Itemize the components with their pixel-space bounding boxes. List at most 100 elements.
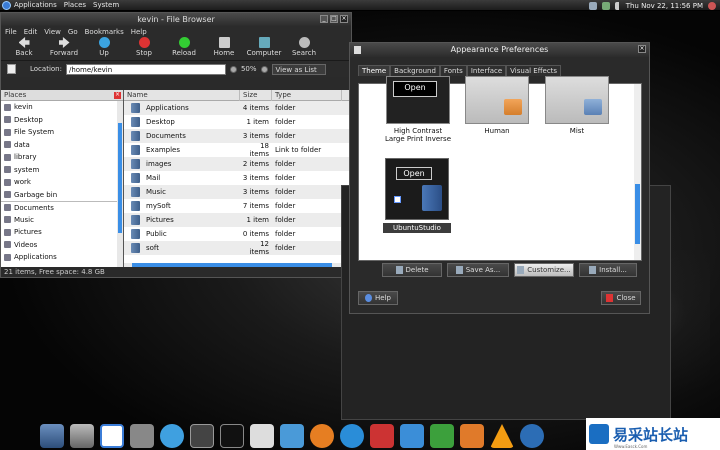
table-row[interactable]: Applications 4 items folder — [124, 101, 351, 115]
player-dock-icon[interactable] — [160, 424, 184, 448]
sidebar-item-pictures[interactable]: Pictures — [1, 226, 123, 239]
appearance-titlebar[interactable]: Appearance Preferences × — [350, 43, 649, 57]
column-type[interactable]: Type — [272, 89, 342, 101]
location-input[interactable]: /home/kevin — [65, 63, 226, 75]
volume-icon[interactable] — [614, 1, 621, 10]
view-mode-select[interactable]: View as List — [271, 63, 326, 75]
table-row[interactable]: Mail 3 items folder — [124, 171, 351, 185]
home-button[interactable]: Home — [204, 37, 244, 57]
close-button[interactable]: × — [340, 15, 348, 23]
sidebar-item-desktop[interactable]: Desktop — [1, 114, 123, 127]
clock[interactable]: Thu Nov 22, 11:56 PM — [626, 2, 703, 10]
files-dock-icon[interactable] — [40, 424, 64, 448]
scrollbar-thumb[interactable] — [635, 184, 640, 244]
theme-mist[interactable]: Mist — [543, 76, 611, 135]
menu-edit[interactable]: Edit — [24, 28, 38, 36]
network-icon[interactable] — [601, 1, 610, 10]
back-button[interactable]: Back — [4, 37, 44, 57]
file-browser-titlebar[interactable]: kevin - File Browser _ □ × — [1, 13, 351, 26]
theme-ubuntustudio[interactable]: Open UbuntuStudio — [383, 158, 451, 233]
theme-high-contrast[interactable]: Open High Contrast Large Print Inverse — [383, 76, 453, 143]
tray-app-icon[interactable] — [588, 1, 597, 10]
table-row[interactable]: Pictures 1 item folder — [124, 213, 351, 227]
edit-location-icon[interactable] — [7, 64, 16, 74]
search-button[interactable]: Search — [284, 37, 324, 57]
presentation-dock-icon[interactable] — [460, 424, 484, 448]
menu-places[interactable]: Places — [64, 1, 86, 9]
sidebar-item-music[interactable]: Music — [1, 214, 123, 227]
chat-dock-icon[interactable] — [340, 424, 364, 448]
document-dock-icon[interactable] — [250, 424, 274, 448]
maximize-button[interactable]: □ — [330, 15, 338, 23]
table-row[interactable]: Desktop 1 item folder — [124, 115, 351, 129]
menu-go[interactable]: Go — [68, 28, 78, 36]
tab-interface[interactable]: Interface — [466, 65, 507, 76]
zoom-level[interactable]: 50% — [241, 65, 257, 73]
up-button[interactable]: Up — [84, 37, 124, 57]
help-button[interactable]: Help — [358, 291, 398, 305]
table-row[interactable]: mySoft 7 items folder — [124, 199, 351, 213]
install-button[interactable]: Install... — [579, 263, 637, 277]
zoom-in-icon[interactable] — [260, 65, 268, 73]
table-row[interactable]: Examples 18 items Link to folder — [124, 142, 351, 158]
menu-help[interactable]: Help — [131, 28, 147, 36]
save-as-button[interactable]: Save As... — [447, 263, 509, 277]
globe-dock-icon[interactable] — [280, 424, 304, 448]
firefox-dock-icon[interactable] — [310, 424, 334, 448]
sidebar-item-trash[interactable]: Garbage bin — [1, 189, 123, 202]
table-row[interactable]: Public 0 items folder — [124, 227, 351, 241]
tab-theme[interactable]: Theme — [358, 65, 391, 76]
menu-applications[interactable]: Applications — [14, 1, 57, 9]
theme-scrollbar[interactable] — [634, 84, 641, 260]
spreadsheet-dock-icon[interactable] — [430, 424, 454, 448]
sidebar-item-work[interactable]: work — [1, 176, 123, 189]
terminal-dock-icon[interactable] — [220, 424, 244, 448]
device-dock-icon[interactable] — [190, 424, 214, 448]
vlc-dock-icon[interactable] — [490, 424, 514, 448]
forward-button[interactable]: Forward — [44, 37, 84, 57]
sidebar-item-applications[interactable]: Applications — [1, 251, 123, 264]
app-dock-icon[interactable] — [100, 424, 124, 448]
scrollbar-thumb[interactable] — [118, 123, 122, 233]
close-button[interactable]: × — [638, 45, 646, 53]
table-row[interactable]: images 2 items folder — [124, 157, 351, 171]
computer-button[interactable]: Computer — [244, 37, 284, 57]
table-row[interactable]: Music 3 items folder — [124, 185, 351, 199]
tab-background[interactable]: Background — [390, 65, 440, 76]
menu-system[interactable]: System — [93, 1, 119, 9]
minimize-button[interactable]: _ — [320, 15, 328, 23]
camera-dock-icon[interactable] — [130, 424, 154, 448]
column-name[interactable]: Name — [124, 89, 240, 101]
trash-dock-icon[interactable] — [70, 424, 94, 448]
places-header[interactable]: Places × — [1, 90, 123, 101]
sidebar-item-library[interactable]: library — [1, 151, 123, 164]
sidebar-item-system[interactable]: system — [1, 164, 123, 177]
sidebar-scrollbar[interactable] — [117, 101, 123, 268]
customize-button[interactable]: Customize... — [514, 263, 574, 277]
table-row[interactable]: Documents 3 items folder — [124, 129, 351, 143]
reload-button[interactable]: Reload — [164, 37, 204, 57]
menu-view[interactable]: View — [44, 28, 61, 36]
delete-button[interactable]: Delete — [382, 263, 442, 277]
browser-dock-icon[interactable] — [520, 424, 544, 448]
theme-human[interactable]: Human — [463, 76, 531, 135]
sidebar-item-videos[interactable]: Videos — [1, 239, 123, 252]
tab-fonts[interactable]: Fonts — [439, 65, 467, 76]
tab-visual-effects[interactable]: Visual Effects — [506, 65, 562, 76]
menu-bookmarks[interactable]: Bookmarks — [85, 28, 124, 36]
sidebar-item-kevin[interactable]: kevin — [1, 101, 123, 114]
stop-button[interactable]: Stop — [124, 37, 164, 57]
ubuntu-logo-icon[interactable] — [2, 0, 11, 10]
sidebar-item-documents[interactable]: Documents — [1, 201, 123, 214]
close-sidebar-icon[interactable]: × — [114, 91, 121, 99]
filezilla-dock-icon[interactable] — [370, 424, 394, 448]
zoom-out-icon[interactable] — [229, 65, 237, 73]
word-dock-icon[interactable] — [400, 424, 424, 448]
table-row[interactable]: soft 12 items folder — [124, 240, 351, 256]
sidebar-item-data[interactable]: data — [1, 139, 123, 152]
power-icon[interactable] — [708, 1, 716, 10]
menu-file[interactable]: File — [5, 28, 17, 36]
sidebar-item-filesystem[interactable]: File System — [1, 126, 123, 139]
column-size[interactable]: Size — [240, 89, 272, 101]
close-dialog-button[interactable]: Close — [601, 291, 641, 305]
